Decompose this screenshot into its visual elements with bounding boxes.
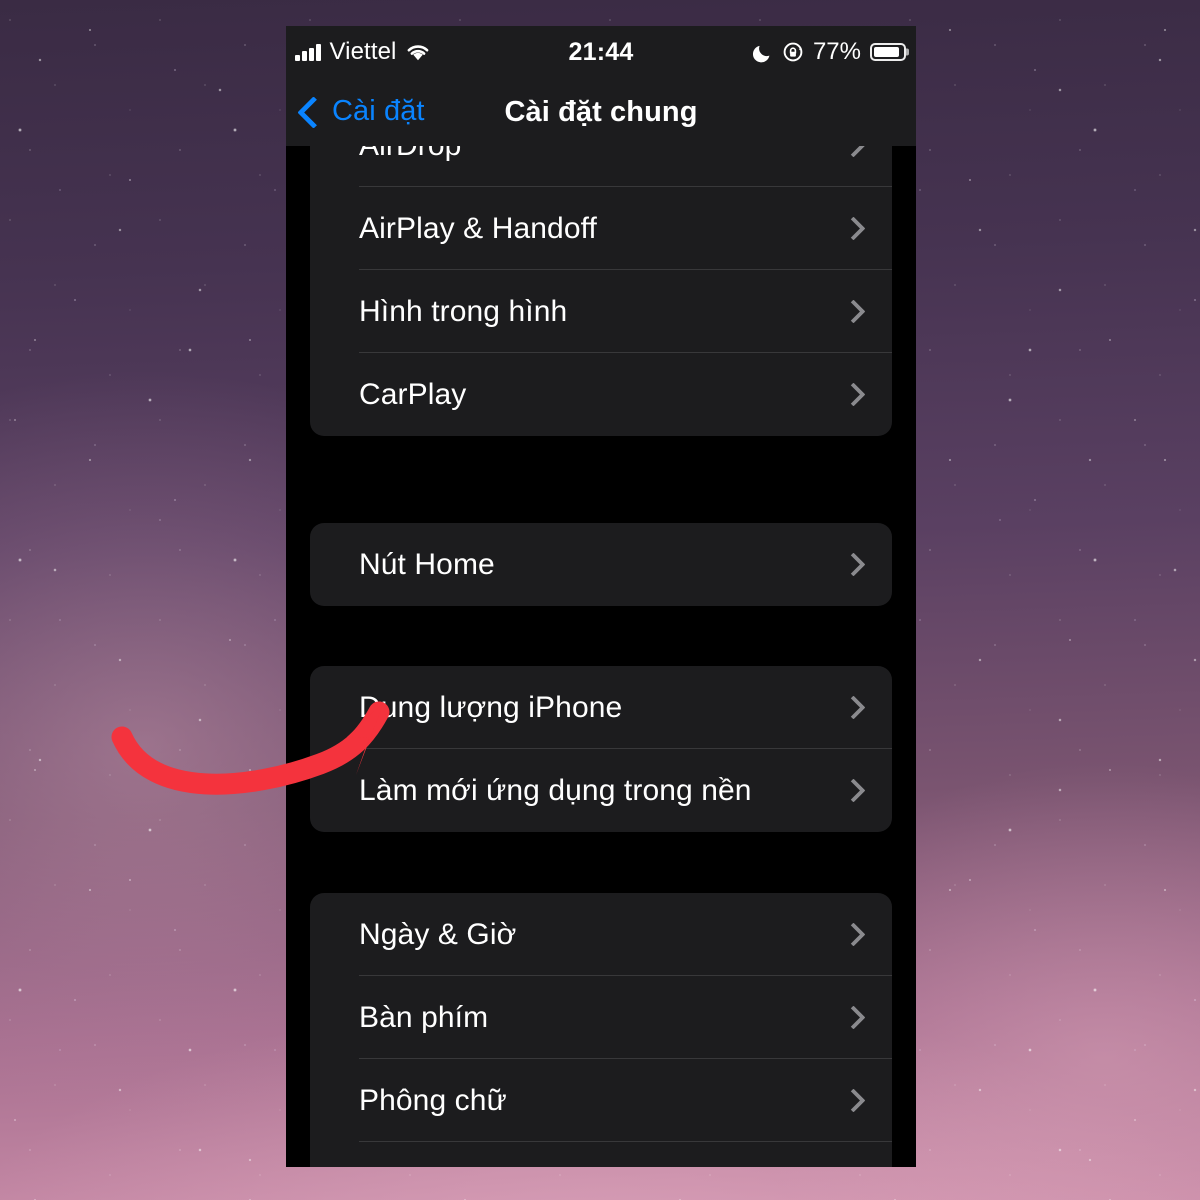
row-label: Hình trong hình <box>359 294 568 328</box>
chevron-right-icon <box>841 695 866 720</box>
row-label: CarPlay <box>359 377 467 411</box>
row-label: Phông chữ <box>359 1083 507 1117</box>
locale-group: Ngày & Giờ Bàn phím Phông chữ Ngôn ngữ &… <box>310 893 892 1167</box>
row-label: AirDrop <box>359 146 845 163</box>
chevron-right-icon <box>841 1088 866 1113</box>
row-label: Bàn phím <box>359 1000 489 1034</box>
chevron-right-icon <box>841 299 866 324</box>
status-bar: Viettel 21:44 77% <box>286 26 916 78</box>
battery-percent-label: 77% <box>812 38 861 65</box>
settings-row-home-button[interactable]: Nút Home <box>310 523 892 606</box>
settings-row-picture-in-picture[interactable]: Hình trong hình <box>310 270 892 353</box>
chevron-right-icon <box>841 216 866 241</box>
row-label: Ngày & Giờ <box>359 917 517 951</box>
chevron-right-icon <box>841 552 866 577</box>
settings-row-carplay[interactable]: CarPlay <box>310 353 892 436</box>
iphone-screenshot: Viettel 21:44 77% Cài đặt Cài đặt chung … <box>286 26 916 1167</box>
rotation-lock-icon <box>783 42 803 62</box>
settings-row-date-time[interactable]: Ngày & Giờ <box>310 893 892 976</box>
chevron-right-icon <box>841 146 866 158</box>
page-title: Cài đặt chung <box>504 95 698 128</box>
settings-row-language-region[interactable]: Ngôn ngữ & Vùng <box>310 1142 892 1168</box>
row-label: Nút Home <box>359 547 495 581</box>
row-label: Ngôn ngữ & Vùng <box>359 1167 845 1168</box>
battery-icon <box>870 43 906 61</box>
row-label: Làm mới ứng dụng trong nền <box>359 773 752 807</box>
home-button-group: Nút Home <box>310 523 892 606</box>
settings-row-airplay-handoff[interactable]: AirPlay & Handoff <box>310 187 892 270</box>
navigation-bar: Cài đặt Cài đặt chung <box>286 78 916 146</box>
settings-row-fonts[interactable]: Phông chữ <box>310 1059 892 1142</box>
settings-row-iphone-storage[interactable]: Dung lượng iPhone <box>310 666 892 749</box>
screenshot-canvas: Viettel 21:44 77% Cài đặt Cài đặt chung … <box>0 0 1200 1200</box>
settings-list[interactable]: AirDrop AirPlay & Handoff Hình trong hìn… <box>286 146 916 1167</box>
row-label: Dung lượng iPhone <box>359 690 623 724</box>
connectivity-group: AirDrop AirPlay & Handoff Hình trong hìn… <box>310 146 892 436</box>
settings-row-background-app-refresh[interactable]: Làm mới ứng dụng trong nền <box>310 749 892 832</box>
chevron-right-icon <box>841 1005 866 1030</box>
chevron-right-icon <box>841 382 866 407</box>
storage-group: Dung lượng iPhone Làm mới ứng dụng trong… <box>310 666 892 832</box>
settings-row-airdrop[interactable]: AirDrop <box>310 146 892 187</box>
status-bar-right: 77% <box>752 38 906 66</box>
moon-icon <box>752 45 770 62</box>
row-label: AirPlay & Handoff <box>359 211 597 245</box>
chevron-right-icon <box>841 778 866 803</box>
chevron-right-icon <box>841 922 866 947</box>
settings-row-keyboard[interactable]: Bàn phím <box>310 976 892 1059</box>
